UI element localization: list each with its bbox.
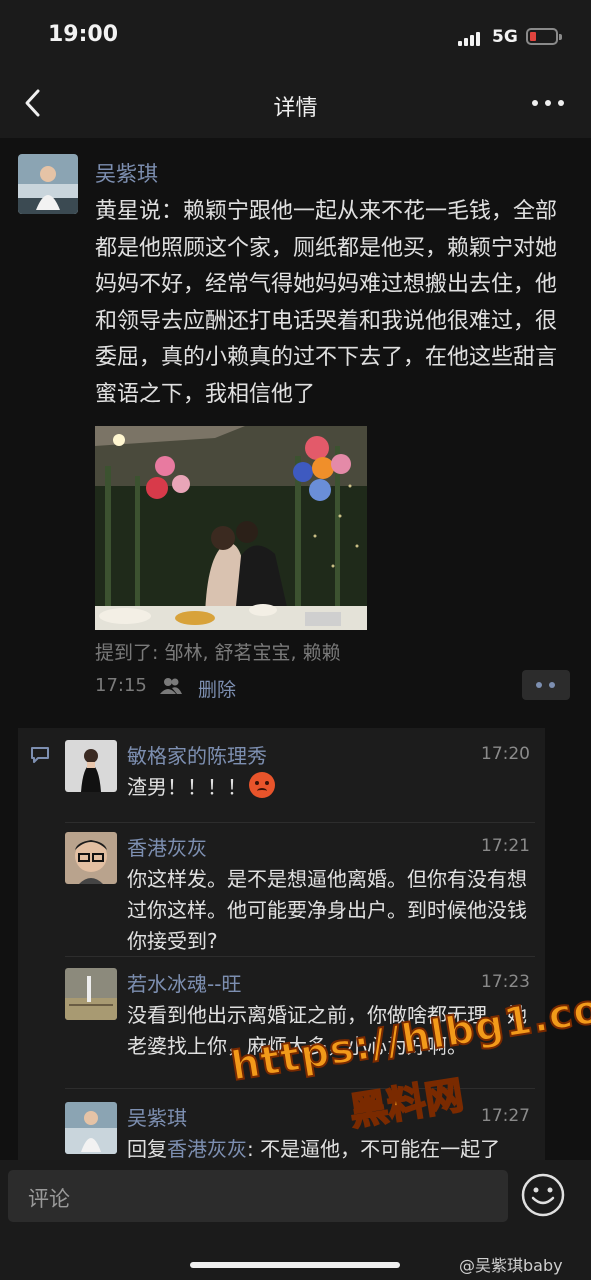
visibility-people-icon xyxy=(160,677,182,695)
signal-icon xyxy=(458,30,484,46)
comment-time: 17:23 xyxy=(481,972,530,992)
angry-emoji-icon xyxy=(249,772,275,798)
home-indicator xyxy=(190,1262,400,1268)
status-bar: 19:00 5G xyxy=(0,0,591,70)
commenter-name[interactable]: 香港灰灰 xyxy=(127,832,207,861)
commenter-name[interactable]: 若水冰魂--旺 xyxy=(127,968,241,997)
commenter-avatar[interactable] xyxy=(65,968,117,1020)
post-photo[interactable] xyxy=(95,426,367,630)
page-title: 详情 xyxy=(273,96,318,121)
comment-text: 你这样发。是不是想逼他离婚。但你有没有想过你这样。他可能要净身出户。到时候他没钱… xyxy=(127,867,527,953)
comment-icon xyxy=(30,746,50,764)
comment-input-bar: 评论 @吴紫琪baby xyxy=(0,1160,591,1280)
network-label: 5G xyxy=(492,27,518,47)
comment-item[interactable]: 香港灰灰 17:21 你这样发。是不是想逼他离婚。但你有没有想过你这样。他可能要… xyxy=(65,832,535,953)
comment-time: 17:20 xyxy=(481,744,530,764)
battery-icon xyxy=(526,28,562,45)
more-options-icon[interactable] xyxy=(532,100,564,108)
nav-bar: 详情 xyxy=(0,70,591,138)
weibo-watermark: @吴紫琪baby xyxy=(459,1256,563,1275)
comment-item[interactable]: 敏格家的陈理秀 17:20 渣男！！！！ xyxy=(65,740,535,812)
mention-prefix: 提到了: xyxy=(95,642,165,664)
status-time: 19:00 xyxy=(48,22,119,47)
comment-time: 17:21 xyxy=(481,836,530,856)
post-content: 黄星说：赖颖宁跟他一起从来不花一毛钱，全部都是他照顾这个家，厕纸都是他买，赖颖宁… xyxy=(95,199,558,407)
author-avatar[interactable] xyxy=(18,154,78,214)
comment-text: 渣男！！！！ xyxy=(127,772,535,803)
mentioned-users: 提到了: 邹林, 舒茗宝宝, 赖赖 xyxy=(95,638,341,665)
post-time: 17:15 xyxy=(95,675,147,696)
reply-target[interactable]: 香港灰灰 xyxy=(167,1137,247,1161)
comment-input[interactable]: 评论 xyxy=(8,1170,508,1222)
comment-placeholder: 评论 xyxy=(28,1187,70,1211)
commenter-avatar[interactable] xyxy=(65,740,117,792)
delete-button[interactable]: 删除 xyxy=(198,675,236,702)
commenter-avatar[interactable] xyxy=(65,1102,117,1154)
commenter-avatar[interactable] xyxy=(65,832,117,884)
post-meta: 17:15 删除 xyxy=(95,670,573,703)
like-comment-menu-button[interactable] xyxy=(522,670,570,700)
emoji-icon[interactable] xyxy=(520,1172,566,1218)
watermark-site: 黑料网 xyxy=(346,1072,467,1135)
author-name[interactable]: 吴紫琪 xyxy=(95,158,158,188)
commenter-name[interactable]: 敏格家的陈理秀 xyxy=(127,740,267,769)
commenter-name[interactable]: 吴紫琪 xyxy=(127,1102,187,1131)
mention-names[interactable]: 邹林, 舒茗宝宝, 赖赖 xyxy=(164,642,340,664)
